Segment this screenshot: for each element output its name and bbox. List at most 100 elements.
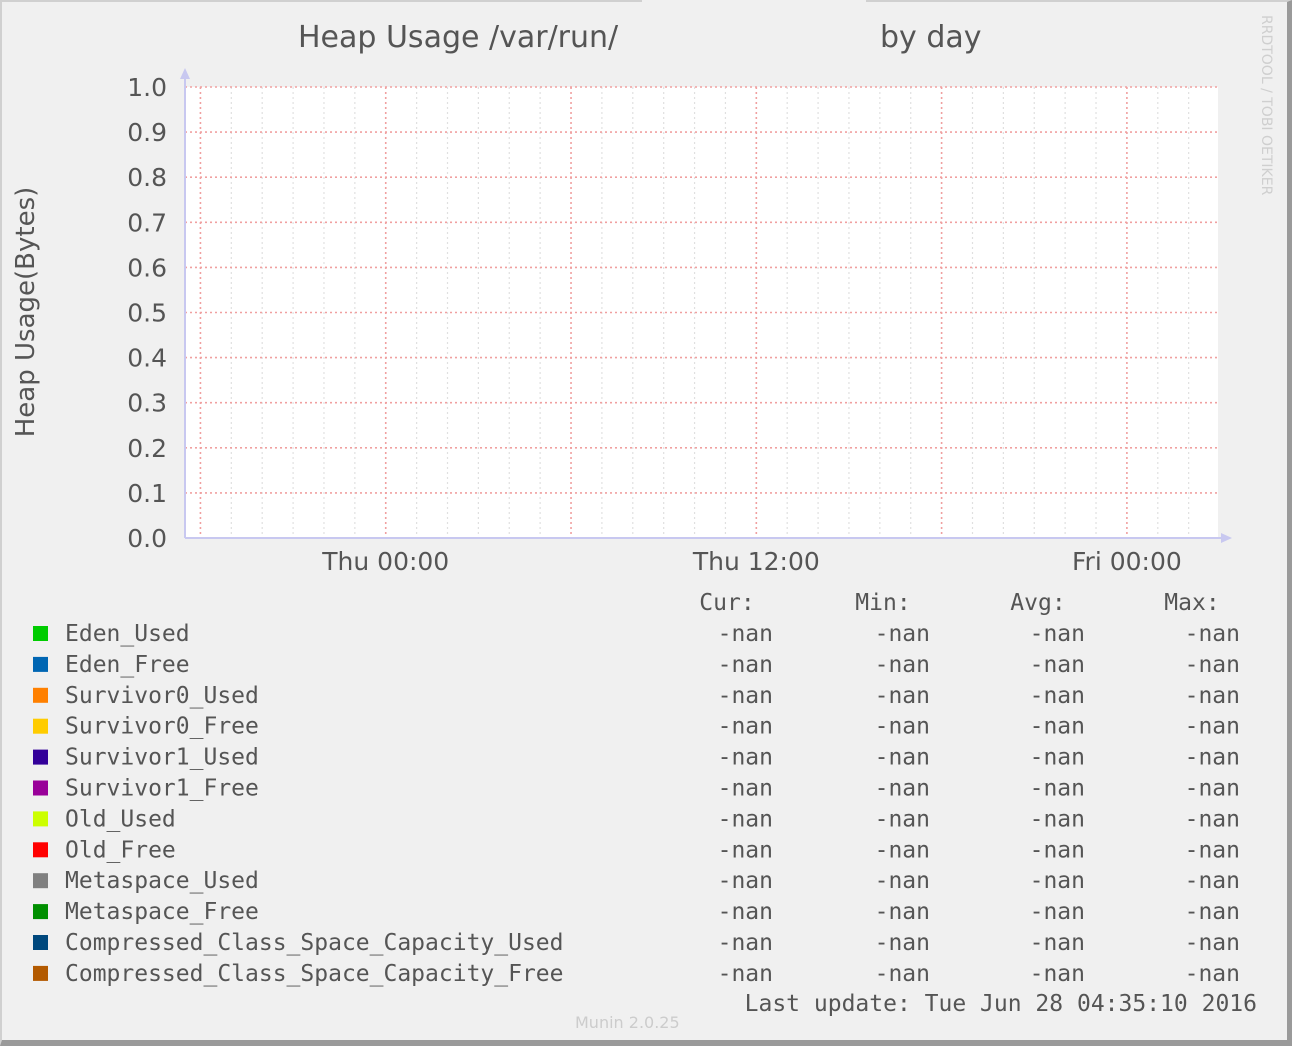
legend-value-cur: -nan <box>718 930 773 956</box>
legend-row: Old_Free -nan -nan -nan -nan <box>33 837 1240 863</box>
legend-series-name: Metaspace_Used <box>65 868 259 894</box>
legend-value-min: -nan <box>875 899 930 925</box>
legend-series-name: Survivor1_Free <box>65 776 259 802</box>
legend-row: Compressed_Class_Space_Capacity_Used -nan… <box>33 930 1240 956</box>
legend-value-min: -nan <box>875 837 930 863</box>
legend-row: Survivor1_Free -nan -nan -nan -nan <box>33 776 1240 802</box>
legend-value-avg: -nan <box>1030 899 1085 925</box>
legend-series-name: Survivor0_Used <box>65 683 259 709</box>
munin-version: Munin 2.0.25 <box>575 1013 680 1032</box>
legend-row: Metaspace_Used -nan -nan -nan -nan <box>33 868 1240 894</box>
legend-value-max: -nan <box>1185 837 1240 863</box>
legend-value-min: -nan <box>875 930 930 956</box>
legend-series-name: Survivor0_Free <box>65 714 259 740</box>
legend-value-avg: -nan <box>1030 683 1085 709</box>
legend-swatch <box>33 842 48 858</box>
y-tick-label: 0.6 <box>127 253 167 282</box>
legend-value-min: -nan <box>875 714 930 740</box>
x-axis-arrow-icon <box>1221 533 1232 543</box>
legend-value-max: -nan <box>1185 621 1240 647</box>
y-axis-label: Heap Usage(Bytes) <box>11 187 41 438</box>
legend-value-max: -nan <box>1185 899 1240 925</box>
legend-value-cur: -nan <box>718 776 773 802</box>
legend-value-avg: -nan <box>1030 776 1085 802</box>
legend-value-avg: -nan <box>1030 868 1085 894</box>
legend-series-name: Compressed_Class_Space_Capacity_Free <box>65 961 564 987</box>
legend-row: Survivor0_Free -nan -nan -nan -nan <box>33 714 1240 740</box>
legend-header: Max: <box>1164 590 1219 616</box>
legend-value-max: -nan <box>1185 806 1240 832</box>
redacted-area <box>642 0 866 50</box>
legend-value-cur: -nan <box>718 621 773 647</box>
legend-value-max: -nan <box>1185 868 1240 894</box>
chart-title: Heap Usage /var/run/ <box>298 20 619 55</box>
legend-value-min: -nan <box>875 961 930 987</box>
y-tick-label: 1.0 <box>127 73 167 102</box>
rrdtool-watermark: RRDTOOL / TOBI OETIKER <box>1258 15 1274 196</box>
legend-value-avg: -nan <box>1030 930 1085 956</box>
x-tick-label: Fri 00:00 <box>1072 547 1182 576</box>
legend-value-cur: -nan <box>718 961 773 987</box>
legend-header: Avg: <box>1010 590 1065 616</box>
legend-value-avg: -nan <box>1030 714 1085 740</box>
legend-value-min: -nan <box>875 683 930 709</box>
legend-value-avg: -nan <box>1030 806 1085 832</box>
legend-series-name: Old_Free <box>65 837 176 863</box>
legend-value-max: -nan <box>1185 745 1240 771</box>
last-update: Last update: Tue Jun 28 04:35:10 2016 <box>745 991 1257 1017</box>
legend-value-max: -nan <box>1185 776 1240 802</box>
legend-row: Survivor0_Used -nan -nan -nan -nan <box>33 683 1240 709</box>
legend-value-max: -nan <box>1185 961 1240 987</box>
legend-value-min: -nan <box>875 745 930 771</box>
legend-value-min: -nan <box>875 621 930 647</box>
legend-value-cur: -nan <box>718 868 773 894</box>
legend-value-cur: -nan <box>718 714 773 740</box>
y-tick-label: 0.3 <box>127 389 167 418</box>
legend-value-cur: -nan <box>718 652 773 678</box>
legend-value-avg: -nan <box>1030 621 1085 647</box>
x-tick-label: Thu 12:00 <box>692 547 820 576</box>
legend-series-name: Compressed_Class_Space_Capacity_Used <box>65 930 564 956</box>
legend-swatch <box>33 904 48 920</box>
legend-value-cur: -nan <box>718 837 773 863</box>
legend-header: Min: <box>855 590 910 616</box>
legend-value-avg: -nan <box>1030 652 1085 678</box>
legend-series-name: Survivor1_Used <box>65 745 259 771</box>
y-tick-label: 0.2 <box>127 434 167 463</box>
legend-value-cur: -nan <box>718 806 773 832</box>
chart-title-suffix: by day <box>880 20 982 55</box>
legend-row: Metaspace_Free -nan -nan -nan -nan <box>33 899 1240 925</box>
legend-value-cur: -nan <box>718 683 773 709</box>
legend-value-max: -nan <box>1185 714 1240 740</box>
legend-value-avg: -nan <box>1030 745 1085 771</box>
legend-swatch <box>33 718 48 734</box>
legend-value-cur: -nan <box>718 899 773 925</box>
legend-value-max: -nan <box>1185 652 1240 678</box>
legend-value-min: -nan <box>875 776 930 802</box>
y-tick-label: 0.1 <box>127 479 167 508</box>
legend-row: Compressed_Class_Space_Capacity_Free -nan… <box>33 961 1240 987</box>
legend-series-name: Eden_Free <box>65 652 190 678</box>
y-tick-label: 0.4 <box>127 344 167 373</box>
legend-value-min: -nan <box>875 652 930 678</box>
legend-swatch <box>33 780 48 796</box>
legend-value-min: -nan <box>875 868 930 894</box>
legend-swatch <box>33 873 48 889</box>
legend-swatch <box>33 749 48 765</box>
legend-series-name: Old_Used <box>65 806 176 832</box>
legend-swatch <box>33 687 48 703</box>
y-tick-label: 0.5 <box>127 299 167 328</box>
legend-row: Survivor1_Used -nan -nan -nan -nan <box>33 745 1240 771</box>
legend-value-avg: -nan <box>1030 837 1085 863</box>
legend-series-name: Eden_Used <box>65 621 190 647</box>
legend-swatch <box>33 935 48 950</box>
legend-value-max: -nan <box>1185 930 1240 956</box>
legend-row: Old_Used -nan -nan -nan -nan <box>33 806 1240 832</box>
x-tick-label: Thu 00:00 <box>321 547 449 576</box>
legend-swatch <box>33 656 48 672</box>
legend-swatch <box>33 811 48 827</box>
legend-value-avg: -nan <box>1030 961 1085 987</box>
y-tick-label: 0.9 <box>127 118 167 147</box>
y-axis-arrow-icon <box>180 68 190 79</box>
legend-value-min: -nan <box>875 806 930 832</box>
